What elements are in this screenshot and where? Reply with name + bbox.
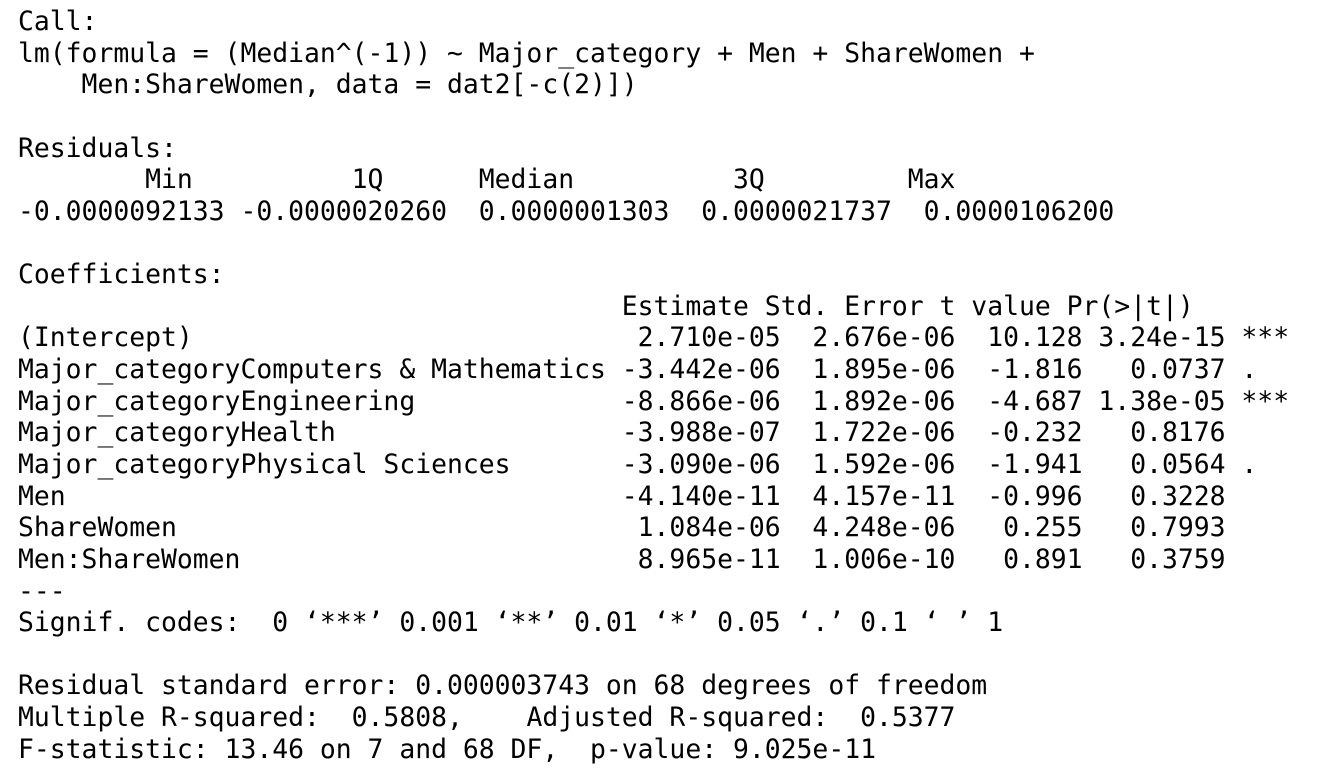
coefficient-row-health: Major_categoryHealth -3.988e-07 1.722e-0…	[18, 417, 1290, 449]
coefficient-row-sharewomen: ShareWomen 1.084e-06 4.248e-06 0.255 0.7…	[18, 512, 1290, 544]
call-formula-line-1: lm(formula = (Median^(-1)) ~ Major_categ…	[18, 37, 1035, 69]
coefficient-row-intercept: (Intercept) 2.710e-05 2.676e-06 10.128 3…	[18, 322, 1290, 354]
signif-codes-legend: Signif. codes: 0 ‘***’ 0.001 ‘**’ 0.01 ‘…	[18, 607, 1004, 639]
coefficient-row-men: Men -4.140e-11 4.157e-11 -0.996 0.3228	[18, 480, 1290, 512]
coefficient-row-engineering: Major_categoryEngineering -8.866e-06 1.8…	[18, 385, 1290, 417]
residuals-labels-row: Min 1Q Median 3Q Max	[18, 164, 956, 196]
coefficients-header: Coefficients:	[18, 259, 225, 291]
residuals-values-row: -0.0000092133 -0.0000020260 0.0000001303…	[18, 195, 1115, 227]
call-header: Call:	[18, 6, 98, 37]
separator-line: ---	[18, 575, 66, 607]
f-statistic-line: F-statistic: 13.46 on 7 and 68 DF, p-val…	[18, 733, 876, 765]
coefficient-row-computers-mathematics: Major_categoryComputers & Mathematics -3…	[18, 354, 1290, 386]
residuals-header: Residuals:	[18, 132, 177, 164]
coefficient-row-physical-sciences: Major_categoryPhysical Sciences -3.090e-…	[18, 448, 1290, 480]
r-console-output: Call: lm(formula = (Median^(-1)) ~ Major…	[18, 6, 1289, 765]
coefficient-row-men-sharewomen: Men:ShareWomen 8.965e-11 1.006e-10 0.891…	[18, 543, 1290, 575]
residual-standard-error: Residual standard error: 0.000003743 on …	[18, 670, 988, 702]
call-formula-line-2: Men:ShareWomen, data = dat2[-c(2)])	[18, 69, 638, 101]
coefficients-column-headers: Estimate Std. Error t value Pr(>|t|)	[18, 290, 1258, 322]
r-squared-line: Multiple R-squared: 0.5808, Adjusted R-s…	[18, 702, 972, 734]
